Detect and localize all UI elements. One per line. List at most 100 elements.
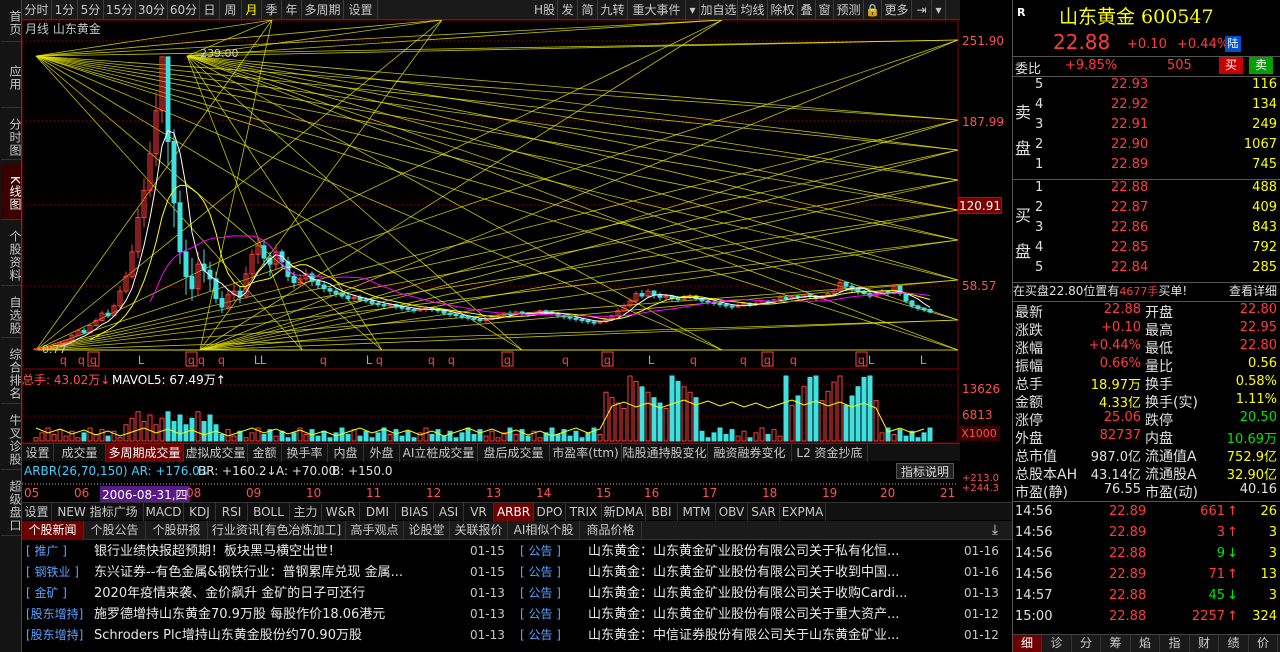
indicator-19[interactable]: SAR: [748, 503, 780, 521]
tool-2[interactable]: 简: [578, 0, 598, 20]
vol-tab-10[interactable]: 市盈率(ttm): [550, 444, 622, 462]
tool-0[interactable]: H股: [532, 0, 558, 20]
tool-12[interactable]: 🔒: [864, 0, 882, 20]
book-price[interactable]: 22.84: [1111, 260, 1148, 275]
indicator-help-button[interactable]: 指标说明: [896, 463, 955, 479]
news-tab-7[interactable]: AI相似个股: [508, 521, 580, 540]
indicator-17[interactable]: MTM: [678, 503, 716, 521]
quote-tab-8[interactable]: 价: [1249, 635, 1278, 652]
news-tab-2[interactable]: 个股研报: [146, 521, 208, 540]
tool-15[interactable]: ▾: [932, 0, 946, 20]
sell-button[interactable]: 卖: [1249, 57, 1273, 74]
indicator-6[interactable]: 主力: [290, 503, 322, 521]
indicator-20[interactable]: EXPMA: [780, 503, 826, 521]
news-tab-4[interactable]: 高手观点: [346, 521, 404, 540]
news-title[interactable]: 东兴证券--有色金属&钢铁行业：普钢累库兑现 金属...: [94, 562, 450, 583]
news-title[interactable]: 银行业绩快报超预期！板块黑马横空出世！: [94, 541, 450, 562]
indicator-16[interactable]: BBI: [646, 503, 678, 521]
news-tab-3[interactable]: 行业资讯[有色冶炼加工]: [208, 521, 346, 540]
tool-8[interactable]: 除权: [768, 0, 798, 20]
vol-tab-6[interactable]: 内盘: [328, 444, 364, 462]
indicator-4[interactable]: RSI: [216, 503, 248, 521]
indicator-2[interactable]: MACD: [144, 503, 184, 521]
book-price[interactable]: 22.89: [1111, 157, 1148, 172]
news-title[interactable]: 山东黄金：山东黄金矿业股份有限公司关于重大资产...: [588, 604, 944, 625]
quote-tab-4[interactable]: 焰: [1131, 635, 1160, 652]
tool-11[interactable]: 预测: [834, 0, 864, 20]
vol-tab-11[interactable]: 陆股通持股变化: [622, 444, 708, 462]
news-row[interactable]: [ 公告 ] 山东黄金：山东黄金矿业股份有限公司关于重大资产... 01-12: [516, 604, 1010, 625]
tool-7[interactable]: 均线: [738, 0, 768, 20]
tool-4[interactable]: 重大事件: [628, 0, 686, 20]
tool-6[interactable]: 加自选: [700, 0, 738, 20]
download-icon[interactable]: ⤓: [984, 521, 1006, 540]
vol-tab-7[interactable]: 外盘: [364, 444, 400, 462]
tool-14[interactable]: ⇥: [912, 0, 932, 20]
news-row[interactable]: [股东增持] 施罗德增持山东黄金70.9万股 每股作价18.06港元 01-13: [22, 604, 516, 625]
period-0[interactable]: 分时: [22, 0, 52, 20]
tool-13[interactable]: 更多: [882, 0, 912, 20]
news-row[interactable]: [ 公告 ] 山东黄金：山东黄金矿业股份有限公司关于私有化恒... 01-16: [516, 541, 1010, 562]
news-row[interactable]: [ 钢铁业 ] 东兴证券--有色金属&钢铁行业：普钢累库兑现 金属... 01-15: [22, 562, 516, 583]
news-title[interactable]: 山东黄金：山东黄金矿业股份有限公司关于私有化恒...: [588, 541, 944, 562]
quote-tab-0[interactable]: 细: [1013, 635, 1042, 652]
news-row[interactable]: [ 公告 ] 山东黄金：山东黄金矿业股份有限公司关于收购Cardi... 01-13: [516, 583, 1010, 604]
period-6[interactable]: 日: [200, 0, 220, 20]
news-tab-5[interactable]: 论股堂: [404, 521, 450, 540]
news-title[interactable]: Schroders Plc增持山东黄金股份约70.90万股: [94, 625, 450, 646]
book-price[interactable]: 22.85: [1111, 240, 1148, 255]
tool-1[interactable]: 发: [558, 0, 578, 20]
vol-tab-1[interactable]: 成交量: [54, 444, 106, 462]
news-title[interactable]: 施罗德增持山东黄金70.9万股 每股作价18.06港元: [94, 604, 450, 625]
book-price[interactable]: 22.86: [1111, 220, 1148, 235]
leftnav-8[interactable]: 超级盘口: [1, 474, 22, 536]
notice-detail-link[interactable]: 查看详细: [1229, 283, 1277, 300]
book-price[interactable]: 22.93: [1111, 77, 1148, 92]
quote-tab-5[interactable]: 指: [1161, 635, 1190, 652]
indicator-0[interactable]: 设置: [22, 503, 52, 521]
vol-tab-13[interactable]: L2 资金抄底: [792, 444, 868, 462]
news-title[interactable]: 山东黄金：山东黄金矿业股份有限公司关于收到中国...: [588, 562, 944, 583]
indicator-3[interactable]: KDJ: [184, 503, 216, 521]
tool-3[interactable]: 九转: [598, 0, 628, 20]
vol-tab-3[interactable]: 虚拟成交量: [184, 444, 248, 462]
news-tab-1[interactable]: 个股公告: [84, 521, 146, 540]
quote-tab-2[interactable]: 分: [1072, 635, 1101, 652]
buy-button[interactable]: 买: [1219, 57, 1243, 74]
quote-tab-3[interactable]: 筹: [1102, 635, 1131, 652]
leftnav-3[interactable]: K线图: [1, 164, 22, 220]
book-price[interactable]: 22.90: [1111, 137, 1148, 152]
indicator-14[interactable]: TRIX: [566, 503, 602, 521]
news-row[interactable]: [ 金矿 ] 2020年疫情来袭、金价飙升 金矿的日子可还行 01-13: [22, 583, 516, 604]
leftnav-4[interactable]: 个股资料: [1, 224, 22, 286]
book-price[interactable]: 22.91: [1111, 117, 1148, 132]
tool-5[interactable]: ▾: [686, 0, 700, 20]
indicator-7[interactable]: W&R: [322, 503, 360, 521]
period-1[interactable]: 1分: [52, 0, 78, 20]
news-title[interactable]: 2020年疫情来袭、金价飙升 金矿的日子可还行: [94, 583, 450, 604]
period-10[interactable]: 年: [282, 0, 302, 20]
leftnav-5[interactable]: 自选股: [1, 290, 22, 338]
indicator-9[interactable]: BIAS: [396, 503, 434, 521]
period-8[interactable]: 月: [242, 0, 262, 20]
period-3[interactable]: 15分: [104, 0, 136, 20]
book-price[interactable]: 22.92: [1111, 97, 1148, 112]
leftnav-6[interactable]: 综合排名: [1, 342, 22, 404]
news-row[interactable]: [ 公告 ] 山东黄金：中信证券股份有限公司关于山东黄金矿业... 01-12: [516, 625, 1010, 646]
news-title[interactable]: 山东黄金：中信证券股份有限公司关于山东黄金矿业...: [588, 625, 944, 646]
indicator-12[interactable]: ARBR: [494, 503, 534, 521]
period-4[interactable]: 30分: [136, 0, 168, 20]
vol-tab-12[interactable]: 融资融券变化: [708, 444, 792, 462]
indicator-11[interactable]: VR: [464, 503, 494, 521]
period-12[interactable]: 设置: [344, 0, 378, 20]
leftnav-7[interactable]: 牛叉诊股: [1, 408, 22, 470]
tool-9[interactable]: 叠: [798, 0, 816, 20]
news-row[interactable]: [ 推广 ] 银行业绩快报超预期！板块黑马横空出世！ 01-15: [22, 541, 516, 562]
vol-tab-4[interactable]: 金额: [248, 444, 282, 462]
tool-10[interactable]: 窗: [816, 0, 834, 20]
quote-tab-6[interactable]: 财: [1190, 635, 1219, 652]
quote-tab-1[interactable]: 诊: [1043, 635, 1072, 652]
indicator-8[interactable]: DMI: [360, 503, 396, 521]
news-row[interactable]: [股东增持] Schroders Plc增持山东黄金股份约70.90万股 01-13: [22, 625, 516, 646]
indicator-5[interactable]: BOLL: [248, 503, 290, 521]
